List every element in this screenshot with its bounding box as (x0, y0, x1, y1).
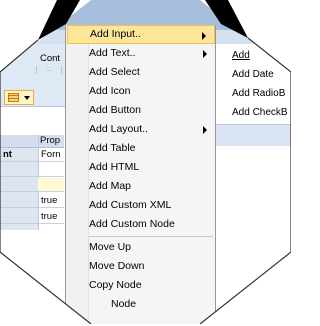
hexagon-mask (0, 0, 291, 324)
hexagon-frame (0, 0, 291, 324)
